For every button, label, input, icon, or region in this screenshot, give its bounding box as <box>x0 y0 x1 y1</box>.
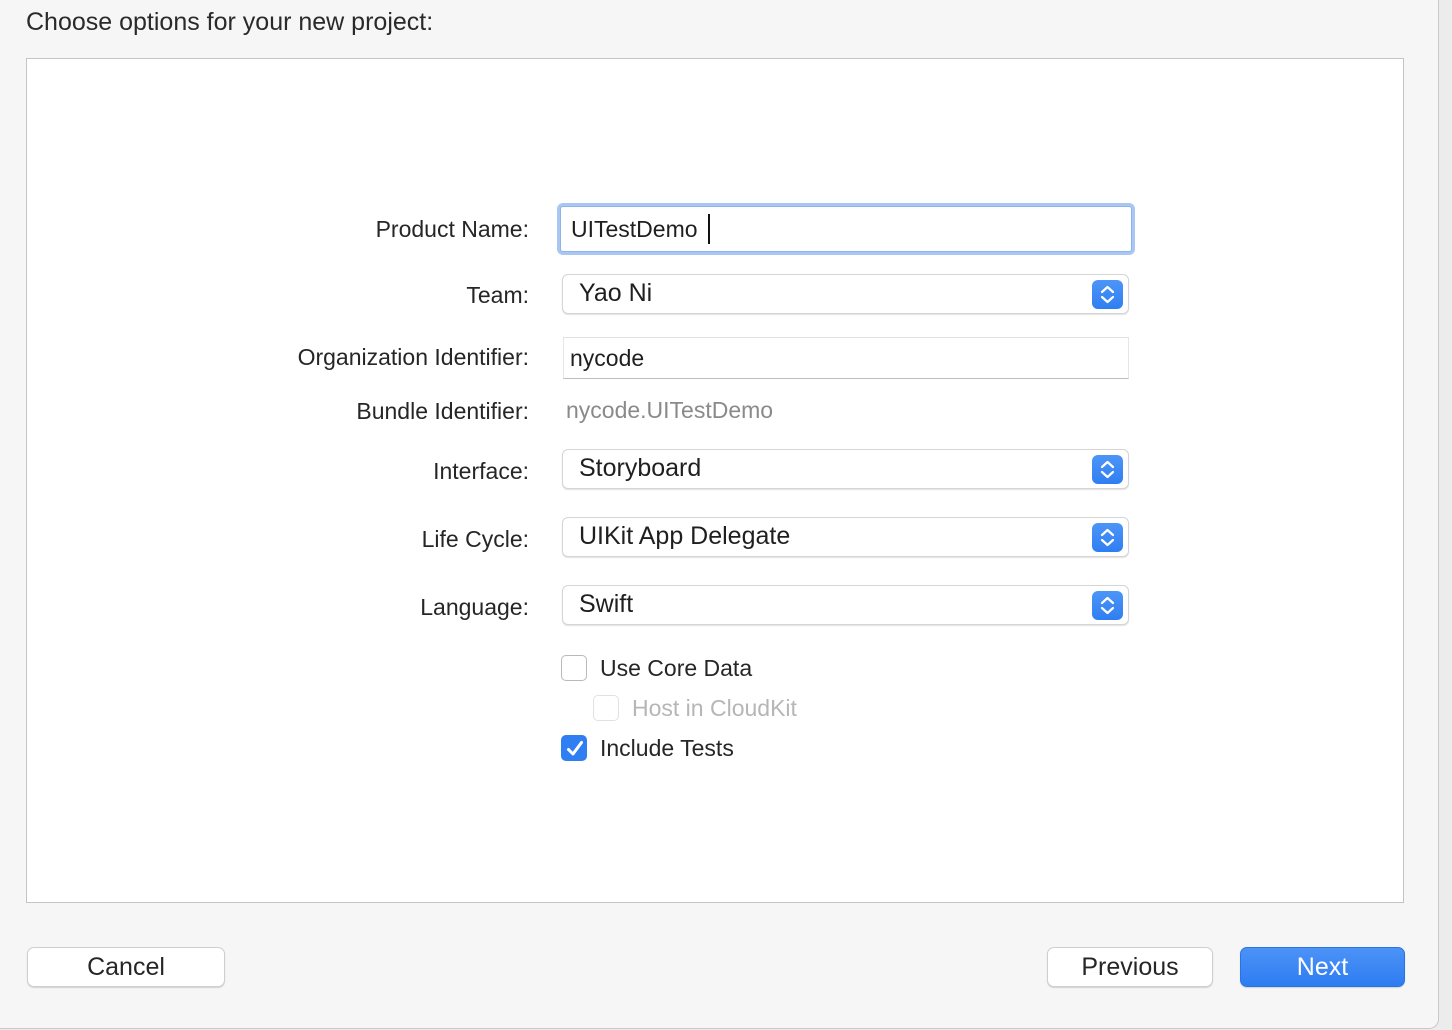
use-core-data-checkbox[interactable] <box>561 655 587 681</box>
cancel-button[interactable]: Cancel <box>27 947 225 987</box>
life-cycle-label: Life Cycle: <box>421 526 529 552</box>
product-name-label: Product Name: <box>375 216 529 242</box>
bundle-identifier-value: nycode.UITestDemo <box>566 397 774 423</box>
interface-popup[interactable]: Storyboard <box>562 449 1129 489</box>
chevron-up-down-icon <box>1092 591 1123 620</box>
organization-identifier-input[interactable] <box>570 338 1110 378</box>
text-caret <box>708 214 710 244</box>
include-tests-checkbox[interactable] <box>561 735 587 761</box>
team-popup[interactable]: Yao Ni <box>562 274 1129 314</box>
interface-value: Storyboard <box>579 454 702 482</box>
product-name-input[interactable] <box>571 207 1111 251</box>
include-tests-label[interactable]: Include Tests <box>600 735 734 762</box>
organization-identifier-field[interactable] <box>563 337 1129 379</box>
previous-button[interactable]: Previous <box>1047 947 1213 987</box>
language-label: Language: <box>420 594 529 620</box>
host-in-cloudkit-checkbox[interactable] <box>593 695 619 721</box>
interface-label: Interface: <box>433 458 529 484</box>
bundle-identifier-label: Bundle Identifier: <box>356 398 529 424</box>
next-button[interactable]: Next <box>1240 947 1405 987</box>
dialog-title: Choose options for your new project: <box>26 8 434 36</box>
host-in-cloudkit-label[interactable]: Host in CloudKit <box>632 695 797 722</box>
language-popup[interactable]: Swift <box>562 585 1129 625</box>
product-name-field[interactable] <box>560 206 1132 252</box>
checkmark-icon <box>567 741 583 756</box>
team-label: Team: <box>466 282 529 308</box>
life-cycle-popup[interactable]: UIKit App Delegate <box>562 517 1129 557</box>
life-cycle-value: UIKit App Delegate <box>579 522 791 550</box>
chevron-up-down-icon <box>1092 280 1123 309</box>
language-value: Swift <box>579 590 634 618</box>
use-core-data-label[interactable]: Use Core Data <box>600 655 752 682</box>
chevron-up-down-icon <box>1092 523 1123 552</box>
chevron-up-down-icon <box>1092 455 1123 484</box>
organization-identifier-label: Organization Identifier: <box>297 344 529 370</box>
new-project-options-sheet: Choose options for your new project: Pro… <box>0 0 1439 1029</box>
team-value: Yao Ni <box>579 279 653 307</box>
